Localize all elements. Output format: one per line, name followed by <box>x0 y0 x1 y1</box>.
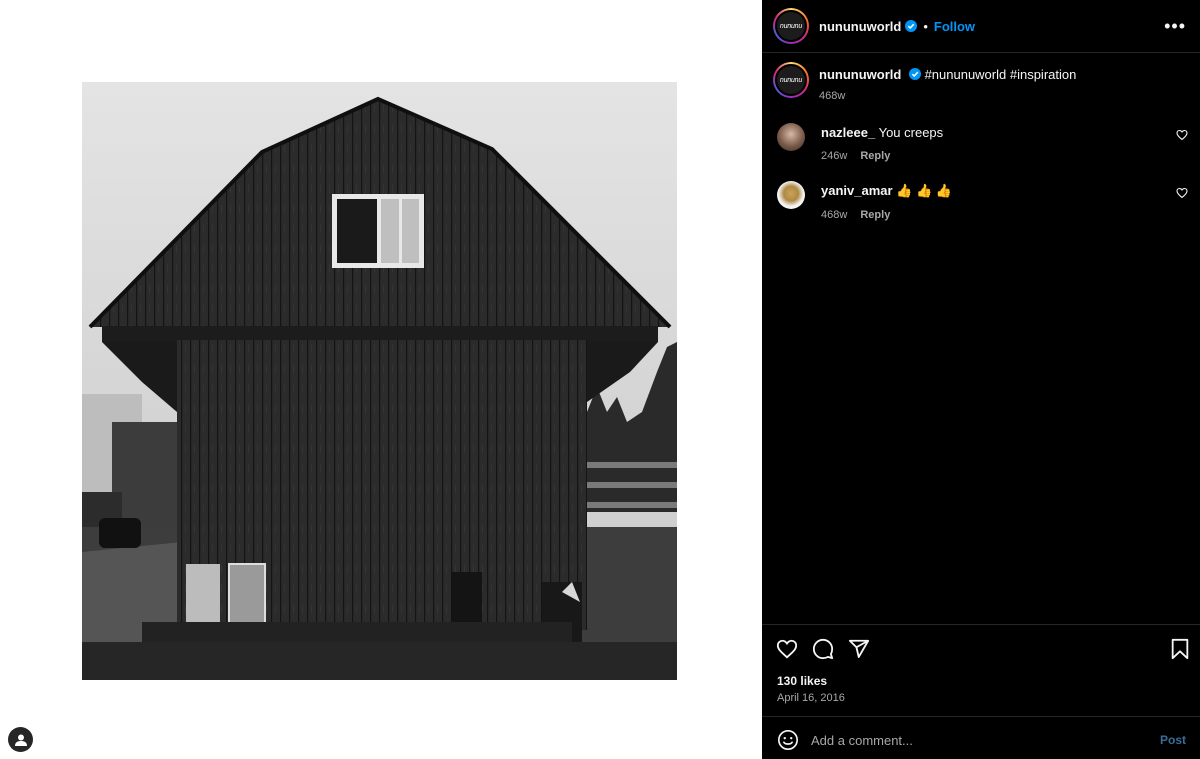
caption-username[interactable]: nununuworld <box>819 67 901 82</box>
comment-item: nazleee_ You creeps 246w Reply <box>777 123 1188 162</box>
commenter-avatar[interactable] <box>777 181 805 209</box>
caption-author-avatar[interactable]: nununu <box>773 62 809 98</box>
post-actions <box>776 636 1190 662</box>
comment-timestamp[interactable]: 468w <box>821 209 847 221</box>
comment-text: 👍 👍 👍 <box>896 183 952 198</box>
reply-button[interactable]: Reply <box>860 209 890 221</box>
commenter-avatar[interactable] <box>777 123 805 151</box>
add-comment-input[interactable] <box>811 732 1160 748</box>
post-caption: nununu nununuworld #nununuworld #inspira… <box>773 62 1186 102</box>
more-options-icon[interactable]: ••• <box>1164 17 1186 35</box>
post-comment-button[interactable]: Post <box>1160 733 1186 747</box>
like-heart-icon[interactable] <box>776 638 798 660</box>
author-avatar[interactable]: nununu <box>773 8 809 44</box>
comment-text: You creeps <box>878 125 944 140</box>
post-header: nununu nununuworld • Follow ••• <box>762 0 1200 53</box>
divider <box>762 624 1200 625</box>
reply-button[interactable]: Reply <box>860 150 890 162</box>
post-image[interactable] <box>82 82 677 680</box>
emoji-icon[interactable] <box>777 729 799 751</box>
save-bookmark-icon[interactable] <box>1170 638 1190 660</box>
follow-button[interactable]: Follow <box>934 19 975 34</box>
comment-bubble-icon[interactable] <box>812 638 834 660</box>
profile-button[interactable] <box>8 727 33 752</box>
comment-timestamp[interactable]: 246w <box>821 150 847 162</box>
separator-dot: • <box>923 18 928 34</box>
avatar-logo-text: nununu <box>777 12 805 40</box>
comment-composer: Post <box>777 727 1186 753</box>
caption-hashtags[interactable]: #nununuworld #inspiration <box>925 67 1077 82</box>
likes-count[interactable]: 130 likes <box>777 674 827 688</box>
verified-badge-icon <box>905 20 918 32</box>
media-area <box>0 0 762 759</box>
verified-badge-icon <box>908 68 921 80</box>
comment-username[interactable]: yaniv_amar <box>821 183 893 198</box>
like-comment-heart-icon[interactable] <box>1176 186 1188 204</box>
author-username[interactable]: nununuworld <box>819 19 901 34</box>
like-comment-heart-icon[interactable] <box>1176 128 1188 146</box>
comment-item: yaniv_amar 👍 👍 👍 468w Reply <box>777 181 1188 221</box>
comment-username[interactable]: nazleee_ <box>821 125 875 140</box>
post-date[interactable]: April 16, 2016 <box>777 692 845 704</box>
caption-timestamp[interactable]: 468w <box>819 90 1076 102</box>
post-details-panel: nununu nununuworld • Follow ••• nununu n… <box>762 0 1200 759</box>
avatar-logo-text: nununu <box>777 66 805 94</box>
user-icon <box>14 734 27 746</box>
share-send-icon[interactable] <box>848 638 870 660</box>
barn-photo <box>82 82 677 680</box>
divider <box>762 716 1200 717</box>
